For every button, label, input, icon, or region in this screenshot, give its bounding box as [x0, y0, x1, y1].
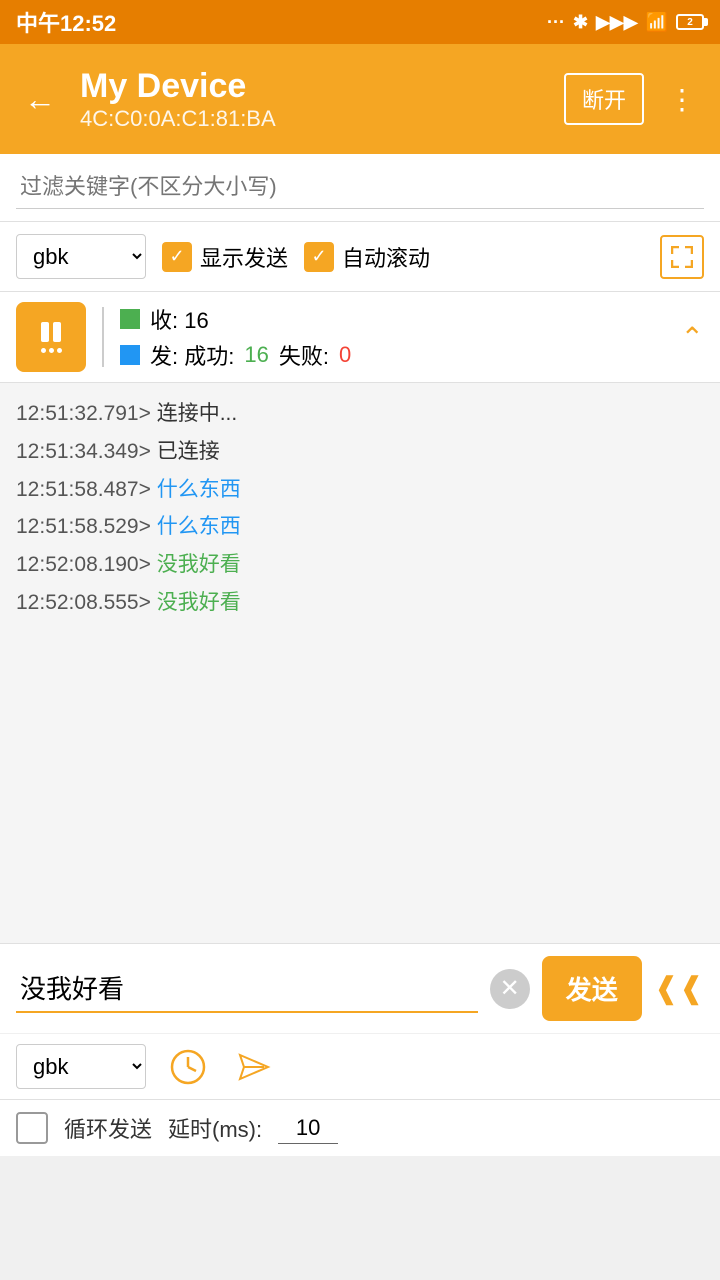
filter-section: [0, 154, 720, 222]
bottom-controls: gbk utf-8: [0, 1033, 720, 1099]
message-input[interactable]: [16, 964, 478, 1013]
wifi-icon: 📶: [646, 12, 668, 33]
recv-indicator: [120, 309, 140, 329]
send-button[interactable]: 发送: [542, 956, 642, 1021]
encoding-select[interactable]: gbk utf-8: [16, 234, 146, 279]
clear-input-button[interactable]: ✕: [490, 969, 530, 1009]
log-area: 12:51:32.791> 连接中...12:51:34.349> 已连接12:…: [0, 383, 720, 943]
controls-row: gbk utf-8 ✓ 显示发送 ✓ 自动滚动: [0, 222, 720, 292]
log-timestamp: 12:51:58.487>: [16, 478, 151, 501]
bottom-input-section: ✕ 发送 ❰❰: [0, 943, 720, 1033]
recv-count: 收: 16: [150, 303, 209, 335]
send-stat: 发: 成功: 16 失败: 0: [120, 339, 665, 371]
auto-scroll-text: 自动滚动: [342, 241, 430, 273]
loop-row: 循环发送 延时(ms):: [0, 1099, 720, 1156]
send-success-count: 16: [244, 342, 268, 368]
history-button[interactable]: [166, 1045, 210, 1089]
send-fail-label: 失败:: [279, 339, 329, 371]
disconnect-button[interactable]: 断开: [564, 73, 644, 125]
device-mac: 4C:C0:0A:C1:81:BA: [80, 106, 548, 132]
log-timestamp: 12:51:58.529>: [16, 515, 151, 538]
log-line: 12:51:58.487> 什么东西: [16, 471, 704, 509]
top-bar: ← My Device 4C:C0:0A:C1:81:BA 断开 ⋮: [0, 44, 720, 154]
send-history-button[interactable]: [230, 1045, 274, 1089]
collapse-button[interactable]: ⌃: [681, 321, 704, 354]
send-indicator: [120, 345, 140, 365]
log-line: 12:51:58.529> 什么东西: [16, 508, 704, 546]
signal-dots-icon: ···: [547, 12, 565, 33]
delay-label: 延时(ms):: [168, 1112, 262, 1144]
battery-level: 2: [687, 17, 693, 28]
bottom-encoding-select[interactable]: gbk utf-8: [16, 1044, 146, 1089]
log-text: 连接中...: [151, 402, 237, 425]
auto-scroll-label[interactable]: ✓ 自动滚动: [304, 241, 430, 273]
more-menu-button[interactable]: ⋮: [660, 75, 704, 124]
filter-input[interactable]: [16, 166, 704, 209]
bluetooth-icon: ✱: [573, 12, 588, 33]
log-timestamp: 12:51:32.791>: [16, 402, 151, 425]
auto-scroll-checkbox[interactable]: ✓: [304, 242, 334, 272]
log-text: 没我好看: [151, 591, 241, 614]
send-label: 发: 成功:: [150, 339, 234, 371]
send-fail-count: 0: [339, 342, 351, 368]
loop-label: 循环发送: [64, 1112, 152, 1144]
status-icons: ··· ✱ ▶▶▶ 📶 2: [547, 12, 704, 33]
log-line: 12:51:34.349> 已连接: [16, 433, 704, 471]
show-send-label[interactable]: ✓ 显示发送: [162, 241, 288, 273]
signal-bars-icon: ▶▶▶: [596, 12, 638, 33]
log-line: 12:52:08.190> 没我好看: [16, 546, 704, 584]
status-time: 中午12:52: [16, 6, 116, 38]
trash-icon: [41, 348, 62, 353]
pause-icon: [41, 322, 61, 342]
log-text: 什么东西: [151, 515, 241, 538]
expand-down-button[interactable]: ❰❰: [654, 971, 704, 1006]
log-timestamp: 12:51:34.349>: [16, 440, 151, 463]
expand-button[interactable]: [660, 235, 704, 279]
delay-input[interactable]: [278, 1113, 338, 1144]
stats-row: 收: 16 发: 成功: 16 失败: 0 ⌃: [0, 292, 720, 383]
show-send-text: 显示发送: [200, 241, 288, 273]
show-send-checkbox[interactable]: ✓: [162, 242, 192, 272]
log-text: 没我好看: [151, 553, 241, 576]
log-text: 已连接: [151, 440, 220, 463]
log-line: 12:51:32.791> 连接中...: [16, 395, 704, 433]
log-line: 12:52:08.555> 没我好看: [16, 584, 704, 622]
status-bar: 中午12:52 ··· ✱ ▶▶▶ 📶 2: [0, 0, 720, 44]
device-info: My Device 4C:C0:0A:C1:81:BA: [80, 67, 548, 132]
log-timestamp: 12:52:08.190>: [16, 553, 151, 576]
battery-icon: 2: [676, 14, 704, 30]
pause-button[interactable]: [16, 302, 86, 372]
recv-stat: 收: 16: [120, 303, 665, 335]
stats-divider: [102, 307, 104, 367]
device-name: My Device: [80, 67, 548, 106]
log-text: 什么东西: [151, 478, 241, 501]
stats-text: 收: 16 发: 成功: 16 失败: 0: [120, 303, 665, 371]
loop-checkbox[interactable]: [16, 1112, 48, 1144]
back-button[interactable]: ←: [16, 73, 64, 126]
log-timestamp: 12:52:08.555>: [16, 591, 151, 614]
